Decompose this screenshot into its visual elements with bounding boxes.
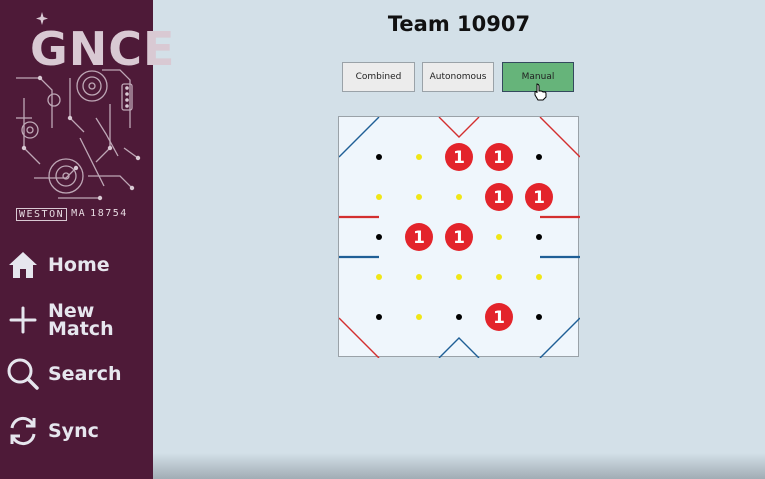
- plus-icon: [6, 303, 40, 337]
- field-dot-yellow[interactable]: [416, 154, 422, 160]
- field-notch-bottom: [438, 337, 480, 358]
- team-logo: GNCE: [10, 8, 174, 224]
- field-dot-black[interactable]: [376, 314, 382, 320]
- field-marker[interactable]: 1: [405, 223, 433, 251]
- sidebar-item-label: New Match: [48, 300, 114, 340]
- bottom-shadow: [153, 453, 765, 479]
- field-marker-count: 1: [453, 148, 465, 168]
- home-icon: [6, 248, 40, 282]
- field-dot-yellow[interactable]: [416, 194, 422, 200]
- field-marker[interactable]: 1: [485, 143, 513, 171]
- field-corner-line: [339, 317, 380, 358]
- field-marker-count: 1: [413, 228, 425, 248]
- sidebar-item-new-match[interactable]: New Match: [6, 300, 114, 340]
- field-dot-yellow[interactable]: [456, 194, 462, 200]
- sync-icon: [6, 414, 40, 448]
- field-dot-yellow[interactable]: [496, 274, 502, 280]
- sidebar-item-sync[interactable]: Sync: [6, 414, 99, 448]
- field-marker-count: 1: [533, 188, 545, 208]
- tab-autonomous[interactable]: Autonomous: [422, 62, 494, 92]
- field-dot-yellow[interactable]: [496, 234, 502, 240]
- field-dot-yellow[interactable]: [416, 314, 422, 320]
- field-diagram: 1 1 1 1 1 1 1: [339, 117, 580, 358]
- field-dot-black[interactable]: [536, 234, 542, 240]
- field-corner-line: [539, 117, 580, 158]
- field-marker[interactable]: 1: [445, 223, 473, 251]
- field-dot-black[interactable]: [536, 154, 542, 160]
- logo-footer: WESTON MA 18754: [16, 208, 140, 221]
- field-dot-black[interactable]: [376, 234, 382, 240]
- sidebar-item-label: Search: [48, 363, 122, 385]
- field-dot-black[interactable]: [536, 314, 542, 320]
- mouse-cursor-icon: [534, 83, 547, 101]
- field-dot-yellow[interactable]: [416, 274, 422, 280]
- field-marker-count: 1: [493, 148, 505, 168]
- search-icon: [6, 357, 40, 391]
- tab-combined[interactable]: Combined: [342, 62, 415, 92]
- field-dot-yellow[interactable]: [536, 274, 542, 280]
- field-marker-count: 1: [493, 188, 505, 208]
- field-marker[interactable]: 1: [445, 143, 473, 171]
- sidebar-item-home[interactable]: Home: [6, 248, 110, 282]
- field-corner-line: [339, 117, 380, 158]
- sidebar-item-label: Home: [48, 254, 110, 276]
- field-dot-yellow[interactable]: [456, 274, 462, 280]
- field-marker-count: 1: [453, 228, 465, 248]
- logo-footer-mid: MA: [71, 208, 87, 219]
- field-dot-black[interactable]: [376, 154, 382, 160]
- field-marker-count: 1: [493, 308, 505, 328]
- logo-footer-right: 18754: [90, 208, 128, 219]
- sidebar: GNCE WESTON MA 18754 Home New Match Sear…: [0, 0, 174, 479]
- field-marker[interactable]: 1: [485, 303, 513, 331]
- field-marker[interactable]: 1: [485, 183, 513, 211]
- page-title: Team 10907: [387, 12, 531, 36]
- logo-footer-left: WESTON: [16, 208, 68, 221]
- field-corner-line: [539, 317, 580, 358]
- field-dot-yellow[interactable]: [376, 194, 382, 200]
- field-dot-black[interactable]: [456, 314, 462, 320]
- sidebar-item-label: Sync: [48, 420, 99, 442]
- field-dot-yellow[interactable]: [376, 274, 382, 280]
- field-marker[interactable]: 1: [525, 183, 553, 211]
- field-notch-top: [438, 117, 480, 138]
- sidebar-item-search[interactable]: Search: [6, 357, 122, 391]
- field-map[interactable]: 1 1 1 1 1 1 1: [338, 116, 580, 358]
